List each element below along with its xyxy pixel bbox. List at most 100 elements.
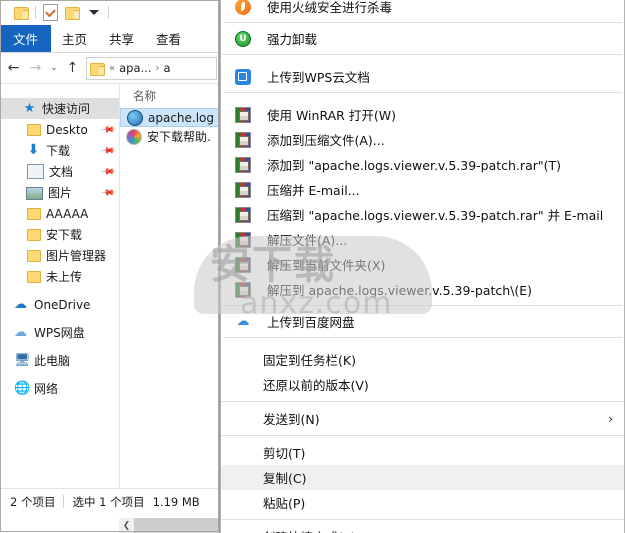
menu-item-pin-to-taskbar[interactable]: 固定到任务栏(K) bbox=[221, 347, 624, 372]
tab-view[interactable]: 查看 bbox=[145, 25, 192, 52]
breadcrumb-segment[interactable]: a bbox=[164, 61, 171, 75]
document-icon bbox=[27, 164, 44, 179]
column-header-name[interactable]: 名称 bbox=[120, 84, 220, 108]
menu-item-label: 上传到WPS云文档 bbox=[267, 70, 370, 85]
winrar-icon bbox=[235, 181, 251, 198]
sidebar-item-onedrive[interactable]: ☁ OneDrive bbox=[0, 294, 119, 315]
download-icon: ⬇ bbox=[27, 142, 40, 158]
menu-item-upload-wps-cloud[interactable]: 上传到WPS云文档 bbox=[221, 64, 624, 89]
menu-item-copy[interactable]: 复制(C) bbox=[221, 465, 624, 490]
menu-separator bbox=[223, 22, 622, 23]
folder-icon bbox=[26, 248, 41, 263]
menu-item-huorong-scan[interactable]: 使用火绒安全进行杀毒 bbox=[221, 0, 624, 19]
sidebar-item-downloads[interactable]: ⬇ 下载 📌 bbox=[0, 140, 119, 161]
menu-separator bbox=[223, 305, 622, 306]
breadcrumb-chevron-icon[interactable]: › bbox=[156, 63, 160, 74]
sidebar-item-picture-manager[interactable]: 图片管理器 bbox=[0, 245, 119, 266]
tab-file[interactable]: 文件 bbox=[0, 25, 52, 52]
horizontal-scrollbar[interactable]: ❮ bbox=[119, 518, 220, 533]
file-name: 安下载帮助. bbox=[147, 130, 211, 144]
folder-icon[interactable] bbox=[61, 3, 83, 23]
status-bar: 2 个项目 选中 1 个项目 1.19 MB bbox=[0, 488, 220, 514]
sidebar-item-label: 图片管理器 bbox=[46, 249, 107, 263]
menu-item-restore-previous-versions[interactable]: 还原以前的版本(V) bbox=[221, 372, 624, 397]
menu-item-extract-to-folder[interactable]: 解压到 apache.logs.viewer.v.5.39-patch\(E) bbox=[221, 277, 624, 302]
menu-item-force-uninstall[interactable]: 强力卸载 bbox=[221, 26, 624, 51]
menu-item-extract-here[interactable]: 解压到当前文件夹(X) bbox=[221, 252, 624, 277]
breadcrumb-segment[interactable]: apa... bbox=[119, 61, 151, 75]
scroll-left-icon[interactable]: ❮ bbox=[119, 518, 134, 533]
breadcrumb-overflow[interactable]: « bbox=[109, 63, 115, 74]
sidebar-item-desktop[interactable]: Deskto 📌 bbox=[0, 119, 119, 140]
sidebar-item-label: Deskto bbox=[46, 122, 88, 137]
menu-item-create-shortcut[interactable]: 创建快捷方式(S) bbox=[221, 524, 624, 533]
breadcrumb[interactable]: « apa... › a bbox=[86, 56, 217, 80]
sidebar-item-label: 下载 bbox=[46, 144, 71, 158]
caret-down-icon[interactable] bbox=[83, 3, 105, 23]
screen: 文件 主页 共享 查看 ← → ⌄ ↑ « apa... › a ★ 快速访问 … bbox=[0, 0, 625, 533]
folder-icon bbox=[26, 206, 41, 221]
menu-item-compress-named-and-email[interactable]: 压缩到 "apache.logs.viewer.v.5.39-patch.rar… bbox=[221, 202, 624, 227]
menu-item-add-to-named-archive[interactable]: 添加到 "apache.logs.viewer.v.5.39-patch.rar… bbox=[221, 152, 624, 177]
tab-share[interactable]: 共享 bbox=[98, 25, 145, 52]
onedrive-icon: ☁ bbox=[14, 297, 27, 312]
sidebar-item-quick-access[interactable]: ★ 快速访问 bbox=[0, 98, 119, 119]
star-icon: ★ bbox=[23, 101, 36, 116]
folder-icon[interactable] bbox=[10, 3, 32, 23]
wps-cloud-icon bbox=[235, 68, 251, 85]
menu-item-extract-files[interactable]: 解压文件(A)... bbox=[221, 227, 624, 252]
menu-separator bbox=[221, 519, 624, 520]
sidebar-item-network[interactable]: 🌐 网络 bbox=[0, 378, 119, 399]
menu-item-cut[interactable]: 剪切(T) bbox=[221, 440, 624, 465]
chevron-right-icon: › bbox=[608, 411, 613, 426]
forward-button[interactable]: → bbox=[25, 58, 46, 79]
sidebar-item-documents[interactable]: 文档 📌 bbox=[0, 161, 119, 182]
winrar-icon bbox=[235, 106, 251, 123]
menu-item-label: 解压到当前文件夹(X) bbox=[267, 258, 386, 273]
doc-check-icon[interactable] bbox=[39, 3, 61, 23]
sidebar-item-wps-cloud[interactable]: ☁ WPS网盘 bbox=[0, 322, 119, 343]
uninstall-icon bbox=[235, 30, 251, 47]
menu-item-label: 粘贴(P) bbox=[263, 496, 306, 511]
sidebar-item-label: AAAAA bbox=[46, 206, 89, 221]
menu-item-label: 压缩并 E-mail... bbox=[267, 183, 360, 198]
table-row[interactable]: 安下载帮助. bbox=[120, 127, 220, 146]
sidebar-item-not-uploaded[interactable]: 未上传 bbox=[0, 266, 119, 287]
winrar-icon bbox=[235, 206, 251, 223]
up-button[interactable]: ↑ bbox=[62, 58, 83, 79]
address-bar: ← → ⌄ ↑ « apa... › a bbox=[0, 53, 220, 83]
menu-separator bbox=[223, 54, 622, 55]
menu-item-send-to[interactable]: 发送到(N) › bbox=[221, 406, 624, 431]
network-icon: 🌐 bbox=[14, 381, 31, 396]
menu-item-compress-and-email[interactable]: 压缩并 E-mail... bbox=[221, 177, 624, 202]
winrar-icon bbox=[235, 281, 251, 298]
pin-icon: 📌 bbox=[99, 163, 115, 180]
title-bar bbox=[0, 0, 220, 25]
folder-icon bbox=[26, 227, 41, 242]
sidebar-item-pictures[interactable]: 图片 📌 bbox=[0, 182, 119, 203]
sidebar-item-this-pc[interactable]: 🖥 此电脑 bbox=[0, 350, 119, 371]
divider bbox=[35, 6, 36, 19]
menu-item-upload-baidu-netdisk[interactable]: ☁ 上传到百度网盘 bbox=[221, 309, 624, 334]
menu-separator bbox=[221, 401, 624, 402]
menu-item-open-with-winrar[interactable]: 使用 WinRAR 打开(W) bbox=[221, 102, 624, 127]
sidebar-item-label: 安下载 bbox=[46, 228, 83, 242]
folder-icon bbox=[26, 269, 41, 284]
baidu-netdisk-icon: ☁ bbox=[236, 313, 250, 329]
file-list-pane: 名称 apache.log 安下载帮助. bbox=[119, 84, 220, 488]
back-button[interactable]: ← bbox=[3, 58, 24, 79]
folder-icon bbox=[26, 122, 41, 137]
scrollbar-thumb[interactable] bbox=[134, 518, 220, 533]
app-icon bbox=[127, 109, 143, 126]
menu-item-add-to-archive[interactable]: 添加到压缩文件(A)... bbox=[221, 127, 624, 152]
sidebar-item-anxiazai[interactable]: 安下载 bbox=[0, 224, 119, 245]
tab-home[interactable]: 主页 bbox=[51, 25, 98, 52]
recent-locations-button[interactable]: ⌄ bbox=[47, 58, 61, 79]
menu-item-paste[interactable]: 粘贴(P) bbox=[221, 490, 624, 515]
table-row[interactable]: apache.log bbox=[120, 108, 220, 127]
sidebar-item-label: 网络 bbox=[34, 382, 59, 396]
menu-item-label: 剪切(T) bbox=[263, 446, 306, 461]
sidebar-item-aaaaa[interactable]: AAAAA bbox=[0, 203, 119, 224]
context-menu: 使用火绒安全进行杀毒 强力卸载 上传到WPS云文档 使用 WinRAR 打开(W… bbox=[220, 0, 625, 533]
sidebar-item-label: 此电脑 bbox=[34, 354, 71, 368]
